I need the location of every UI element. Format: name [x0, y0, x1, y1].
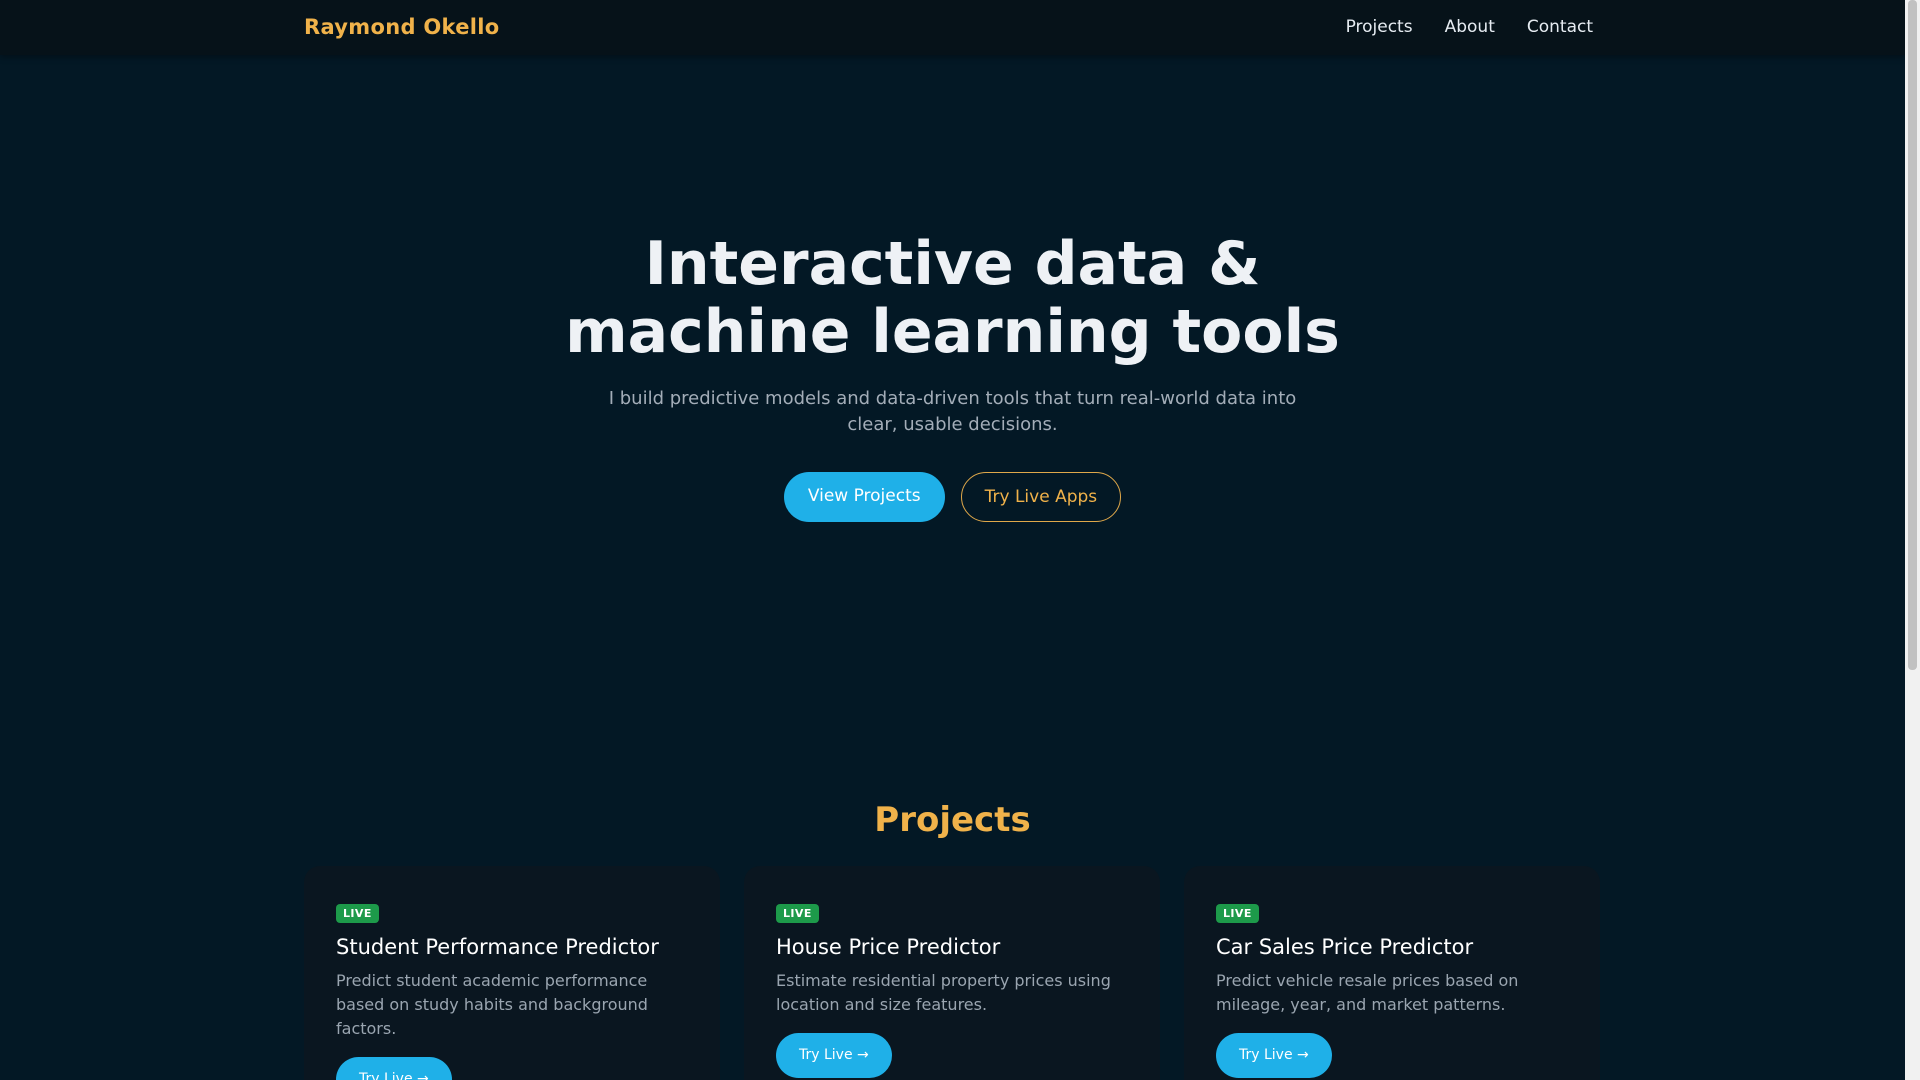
project-card-car-sales: LIVE Car Sales Price Predictor Predict v…	[1184, 866, 1600, 1080]
hero-section: Interactive data & machine learning tool…	[0, 230, 1905, 522]
card-description: Predict vehicle resale prices based on m…	[1216, 971, 1519, 1014]
main-area: Raymond Okello Projects About Contact In…	[0, 0, 1905, 1080]
try-live-apps-button[interactable]: Try Live Apps	[960, 472, 1122, 522]
nav-link-contact[interactable]: Contact	[1527, 17, 1593, 37]
try-live-button[interactable]: Try Live →	[1216, 1033, 1332, 1078]
projects-heading: Projects	[874, 800, 1031, 840]
vertical-scrollbar[interactable]	[1905, 0, 1920, 1080]
hero-title: Interactive data & machine learning tool…	[503, 230, 1403, 366]
try-live-button[interactable]: Try Live →	[776, 1033, 892, 1078]
try-live-button[interactable]: Try Live →	[336, 1057, 452, 1080]
card-title: Student Performance Predictor	[336, 935, 659, 959]
live-badge: LIVE	[336, 904, 379, 923]
page: Raymond Okello Projects About Contact In…	[0, 0, 1920, 1080]
navbar: Raymond Okello Projects About Contact	[0, 0, 1905, 55]
view-projects-button[interactable]: View Projects	[783, 472, 945, 522]
card-title: Car Sales Price Predictor	[1216, 935, 1474, 959]
hero-title-line-2: machine learning tools	[565, 297, 1340, 367]
card-description: Estimate residential property prices usi…	[776, 971, 1111, 1014]
hero-title-line-1: Interactive data &	[644, 229, 1261, 299]
project-cards: LIVE Student Performance Predictor Predi…	[304, 866, 1600, 1080]
hero-buttons: View Projects Try Live Apps	[0, 472, 1905, 522]
hero-subtitle: I build predictive models and data-drive…	[608, 388, 1297, 435]
live-badge: LIVE	[776, 904, 819, 923]
live-badge: LIVE	[1216, 904, 1259, 923]
nav-link-about[interactable]: About	[1445, 17, 1495, 37]
project-card-house-price: LIVE House Price Predictor Estimate resi…	[744, 866, 1160, 1080]
project-card-student-performance: LIVE Student Performance Predictor Predi…	[304, 866, 720, 1080]
nav-links: Projects About Contact	[1346, 17, 1593, 37]
scrollbar-thumb[interactable]	[1908, 0, 1917, 670]
nav-link-projects[interactable]: Projects	[1346, 17, 1413, 37]
card-description: Predict student academic performance bas…	[336, 971, 648, 1038]
card-title: House Price Predictor	[776, 935, 1001, 959]
brand-logo-text[interactable]: Raymond Okello	[304, 15, 500, 39]
